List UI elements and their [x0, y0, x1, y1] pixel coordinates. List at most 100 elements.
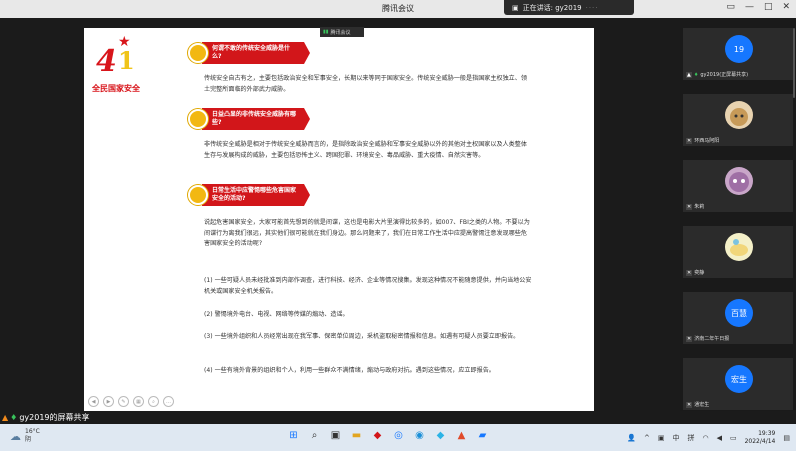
participant-name: 朱莉 — [694, 204, 705, 210]
system-tray: 👤 ^ ▣ 中 拼 ◠ ◀ ▭ 19:39 2022/4/14 ▤ — [627, 430, 790, 446]
question-answer-2: 非传统安全威胁是相对于传统安全威胁而言的，是指除政治安全威胁和军事安全威胁以外的… — [204, 141, 527, 159]
presentation-slide: ★ 4 1 全民国家安全 何谓不敢的传统安全威胁是什么? 传统安全自古有之，主要… — [84, 28, 594, 412]
participant-name: 奕静 — [694, 270, 705, 276]
file-explorer-icon[interactable]: ▬ — [350, 429, 363, 442]
window-title: 腾讯会议 — [382, 4, 414, 13]
weather-temp: 16°C — [25, 428, 40, 435]
avatar: 19 — [725, 35, 753, 63]
clock-date: 2022/4/14 — [744, 438, 776, 445]
notification-icon[interactable]: ▤ — [783, 434, 790, 442]
maximize-icon[interactable]: □ — [764, 2, 773, 12]
participant-panel: 19 ▲ ♦ gy2019(正屏幕共享) ✕ 环西马阿阳 ✕ 朱莉 ✕ 奕静 百… — [680, 18, 796, 411]
pin-icon[interactable]: ▭ — [726, 2, 735, 12]
question-heading-text: 日益凸显的非传统安全威胁有哪些? — [202, 108, 304, 130]
share-screen-icon: ▲ — [2, 413, 9, 422]
participant-tile[interactable]: ✕ 朱莉 — [683, 160, 793, 212]
window-controls: ▭ — □ ✕ — [726, 2, 790, 12]
tencent-meeting-icon[interactable]: ◆ — [434, 429, 447, 442]
signal-icon: ▮▮ — [323, 29, 329, 35]
edge-icon[interactable]: ◉ — [413, 429, 426, 442]
mic-off-icon: ✕ — [686, 269, 693, 276]
character-avatar-icon — [729, 172, 749, 192]
share-icon: ▲ — [686, 71, 692, 78]
more-icon[interactable]: … — [163, 396, 174, 407]
tray-app-icon[interactable]: ▣ — [658, 434, 665, 442]
battery-icon[interactable]: ▭ — [730, 434, 737, 442]
avatar — [725, 167, 753, 195]
tencent-meeting-active-icon[interactable]: ▰ — [476, 429, 489, 442]
taskbar: ☁ 16°C 阴 ⊞ ⌕ ▣ ▬ ◆ ◎ ◉ ◆ ▲ ▰ 👤 ^ ▣ 中 拼 ◠… — [0, 424, 796, 451]
speaking-extra: ···· — [585, 3, 599, 12]
participant-name: 济南二年午日报 — [694, 336, 730, 342]
search-icon[interactable]: ⌕ — [308, 429, 321, 442]
participant-tile[interactable]: 百慧 ✕ 济南二年午日报 — [683, 292, 793, 344]
participant-tile[interactable]: 19 ▲ ♦ gy2019(正屏幕共享) — [683, 28, 793, 80]
ime-layout-indicator[interactable]: 拼 — [687, 433, 694, 443]
sharing-tag-label: 腾讯会议 — [330, 29, 351, 36]
zoom-icon[interactable]: ⌕ — [148, 396, 159, 407]
tray-up-icon[interactable]: ^ — [644, 434, 650, 442]
list-item: (3) 一些境外组织和人员经常出现在我军事、保密单位周边，采机盗取秘密情报和信息… — [204, 333, 520, 340]
mic-off-icon: ✕ — [686, 203, 693, 210]
list-item: (2) 警惕境外电台、电视、网络等传媒的煽动、造谣。 — [204, 311, 349, 318]
participant-tile[interactable]: ✕ 奕静 — [683, 226, 793, 278]
clock[interactable]: 19:39 2022/4/14 — [745, 430, 776, 446]
participant-tile[interactable]: 宏生 ✕ 通宏生 — [683, 358, 793, 410]
participant-name: gy2019(正屏幕共享) — [700, 72, 749, 78]
logo-one: 1 — [118, 46, 135, 75]
bullet-dot-icon — [188, 185, 208, 205]
window-titlebar: 腾讯会议 ▭ — □ ✕ — [0, 0, 796, 18]
avatar — [725, 233, 753, 261]
question-answer-1: 传统安全自古有之，主要包括政治安全和军事安全，长期以来等同于国家安全。传统安全威… — [204, 75, 527, 93]
participant-name: 环西马阿阳 — [694, 138, 720, 144]
speaking-label: 正在讲话: gy2019 — [522, 3, 582, 12]
logo-four: 4 — [96, 44, 117, 79]
next-slide-icon[interactable]: ▶ — [103, 396, 114, 407]
mic-on-icon: ♦ — [693, 71, 699, 78]
question-heading-text: 何谓不敢的传统安全威胁是什么? — [202, 42, 304, 64]
mic-off-icon: ✕ — [686, 137, 693, 144]
clock-time: 19:39 — [758, 430, 776, 437]
question-intro-3: 说起危害国家安全，大家可能首先想到的就是间谍，这也是电影大片里演得比较多的，如0… — [204, 219, 530, 247]
bullet-dot-icon — [188, 43, 208, 63]
cloud-icon: ☁ — [10, 429, 21, 443]
sharer-bar: ▲ ♦ gy2019的屏幕共享 — [0, 411, 796, 424]
prev-slide-icon[interactable]: ◀ — [88, 396, 99, 407]
tray-person-icon[interactable]: 👤 — [627, 434, 636, 442]
sharer-label: gy2019的屏幕共享 — [19, 413, 90, 422]
speaker-icon: ▣ — [512, 3, 519, 12]
weather-desc: 阴 — [25, 436, 32, 443]
avatar: 百慧 — [725, 299, 753, 327]
question-heading-3: 日常生活中应警惕哪些危害国家安全的活动? — [188, 184, 310, 206]
avatar — [725, 101, 753, 129]
close-icon[interactable]: ✕ — [782, 2, 790, 12]
minimize-icon[interactable]: — — [745, 2, 754, 12]
question-heading-text: 日常生活中应警惕哪些危害国家安全的活动? — [202, 184, 304, 206]
list-item: (1) 一些可疑人员未经批准到内部作调查，进行科技、经济、企业等情况搜集。发现这… — [204, 277, 532, 295]
task-view-icon[interactable]: ▣ — [329, 429, 342, 442]
taskbar-apps: ⊞ ⌕ ▣ ▬ ◆ ◎ ◉ ◆ ▲ ▰ — [287, 429, 489, 442]
logo-caption: 全民国家安全 — [92, 84, 140, 93]
panel-scrollbar[interactable] — [793, 28, 795, 98]
pen-icon[interactable]: ✎ — [118, 396, 129, 407]
wifi-icon[interactable]: ◠ — [702, 434, 708, 442]
question-heading-1: 何谓不敢的传统安全威胁是什么? — [188, 42, 310, 64]
avatar: 宏生 — [725, 365, 753, 393]
app-orange-icon[interactable]: ▲ — [455, 429, 468, 442]
participant-tile[interactable]: ✕ 环西马阿阳 — [683, 94, 793, 146]
list-item: (4) 一些有境外背景的组织和个人，利用一些群众不满情绪，煽动与政府对抗。遇到这… — [204, 367, 495, 374]
windows-start-icon[interactable]: ⊞ — [287, 429, 300, 442]
sharing-tag: ▮▮ 腾讯会议 — [320, 27, 364, 37]
bullet-dot-icon — [188, 109, 208, 129]
ime-indicator[interactable]: 中 — [672, 433, 679, 443]
app-red-icon[interactable]: ◆ — [371, 429, 384, 442]
participant-name: 通宏生 — [694, 402, 710, 408]
cartoon-avatar-icon — [730, 239, 748, 256]
app-blue-icon[interactable]: ◎ — [392, 429, 405, 442]
slide-controls: ◀ ▶ ✎ ▦ ⌕ … — [88, 396, 174, 407]
weather-widget[interactable]: ☁ 16°C 阴 — [10, 428, 40, 444]
grid-icon[interactable]: ▦ — [133, 396, 144, 407]
mic-off-icon: ✕ — [686, 401, 693, 408]
volume-icon[interactable]: ◀ — [717, 434, 722, 442]
mic-on-icon: ♦ — [10, 413, 18, 422]
